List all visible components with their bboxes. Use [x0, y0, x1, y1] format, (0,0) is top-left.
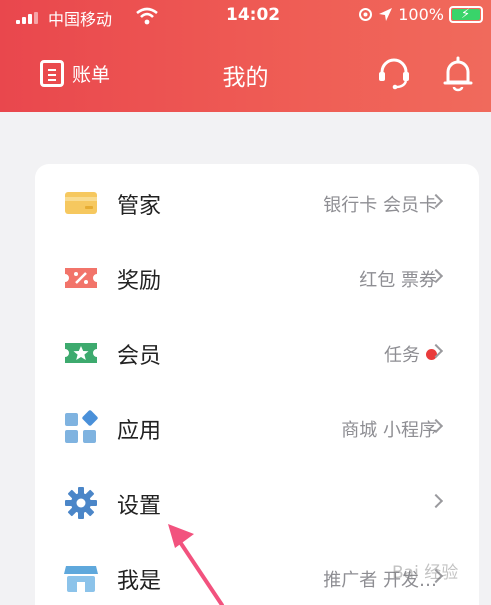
page-title: 我的: [222, 65, 269, 91]
menu-item-label: 管家: [117, 194, 162, 219]
menu-item-apps[interactable]: 应用 商城 小程序: [35, 391, 479, 466]
menu-item-sub: 银行卡 会员卡: [323, 195, 437, 216]
menu-item-label: 设置: [117, 494, 162, 519]
status-right: 100% ⚡: [358, 5, 483, 24]
card-icon: [65, 192, 97, 214]
status-bar: 中国移动 14:02 100% ⚡: [0, 0, 491, 34]
menu-item-butler[interactable]: 管家 银行卡 会员卡: [35, 166, 479, 241]
signal-icon: [16, 12, 38, 24]
customer-service-icon[interactable]: [376, 58, 412, 90]
gear-icon: [65, 487, 97, 519]
top-header: 中国移动 14:02 100% ⚡ 账单 我的: [0, 0, 491, 112]
task-text: 任务: [384, 345, 420, 366]
lock-rotation-icon: [359, 8, 373, 21]
watermark: Bai 经验: [392, 563, 459, 583]
clock: 14:02: [226, 5, 281, 25]
menu-card: 管家 银行卡 会员卡 奖励 红包 票券 会员 任务 应用 商城 小程序 设置 我…: [35, 164, 479, 605]
menu-item-rewards[interactable]: 奖励 红包 票券: [35, 241, 479, 316]
store-icon: [64, 566, 98, 592]
menu-item-label: 会员: [117, 344, 162, 369]
location-icon: [379, 8, 393, 21]
carrier-name: 中国移动: [48, 10, 113, 29]
menu-item-member[interactable]: 会员 任务: [35, 316, 479, 391]
chevron-right-icon: [428, 493, 444, 509]
menu-item-settings[interactable]: 设置: [35, 466, 479, 541]
menu-item-sub: 红包 票券: [359, 270, 437, 291]
menu-item-sub: 任务: [384, 341, 437, 367]
battery-percent: 100%: [398, 5, 444, 24]
notification-bell-icon[interactable]: [442, 56, 474, 92]
menu-item-label: 奖励: [117, 269, 162, 294]
apps-grid-icon: [65, 410, 98, 443]
menu-item-sub: 商城 小程序: [341, 420, 437, 441]
battery-icon: ⚡: [449, 6, 483, 23]
menu-item-label: 我是: [117, 569, 162, 594]
menu-item-label: 应用: [117, 419, 162, 444]
vip-ticket-icon: [65, 343, 97, 363]
wifi-icon: [136, 7, 158, 25]
coupon-icon: [65, 268, 97, 288]
nav-bar: 账单 我的: [0, 48, 491, 100]
